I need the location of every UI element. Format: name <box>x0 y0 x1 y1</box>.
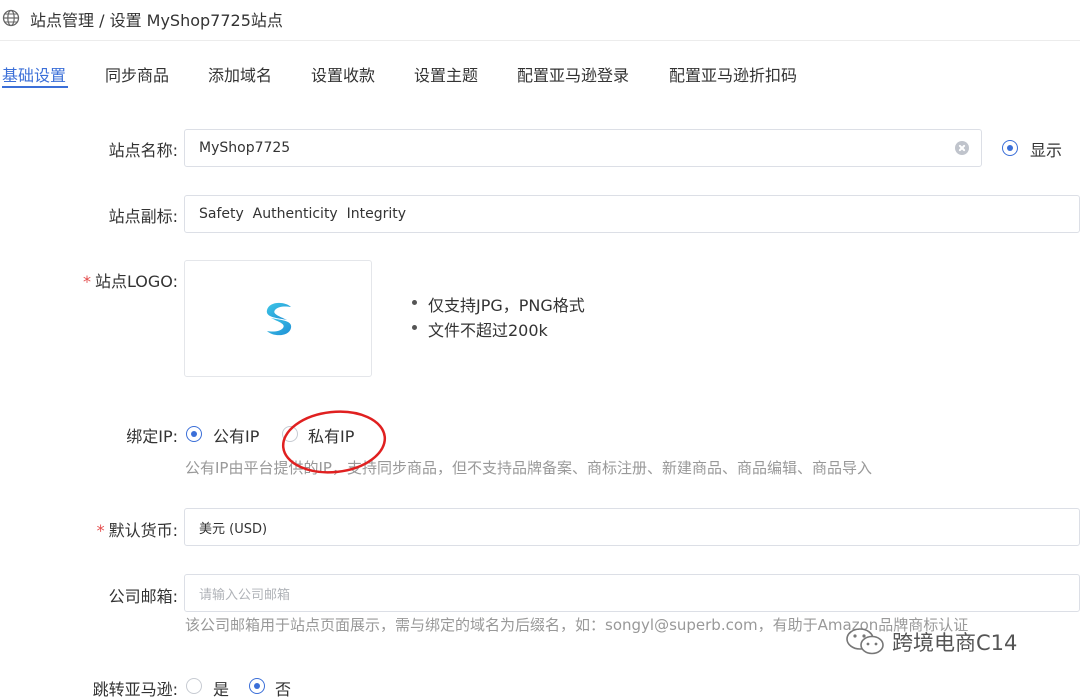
tab-amazon-login[interactable]: 配置亚马逊登录 <box>517 62 629 86</box>
company-email-placeholder: 请输入公司邮箱 <box>199 587 291 603</box>
site-name-input[interactable]: MyShop7725 <box>184 129 982 167</box>
display-radio-label: 显示 <box>1030 141 1063 160</box>
site-subtitle-input[interactable]: Safety Authenticity Integrity <box>184 195 1080 233</box>
currency-value: 美元 (USD) <box>199 521 268 537</box>
public-ip-radio[interactable] <box>186 426 202 442</box>
site-logo-label: * 站点LOGO: <box>0 268 178 292</box>
logo-tip-size: 文件不超过200k <box>410 317 585 342</box>
wechat-icon <box>846 628 884 655</box>
required-mark: * <box>82 272 91 291</box>
site-logo-label-text: 站点LOGO: <box>94 272 178 291</box>
currency-select[interactable]: 美元 (USD) <box>184 508 1080 546</box>
currency-label: * 默认货币: <box>0 517 178 541</box>
site-name-value: MyShop7725 <box>199 140 291 156</box>
redirect-no-radio[interactable] <box>249 678 265 694</box>
site-subtitle-value: Safety Authenticity Integrity <box>199 206 407 222</box>
redirect-amazon-label: 跳转亚马逊: <box>92 680 178 699</box>
breadcrumb: 站点管理 / 设置 MyShop7725站点 <box>30 11 283 30</box>
redirect-yes-radio[interactable] <box>186 678 202 694</box>
site-subtitle-label: 站点副标: <box>108 207 178 226</box>
tab-payment-settings[interactable]: 设置收款 <box>311 62 375 86</box>
display-radio[interactable] <box>1002 140 1018 156</box>
tab-amazon-discount-code[interactable]: 配置亚马逊折扣码 <box>669 62 797 86</box>
company-email-label: 公司邮箱: <box>108 587 178 606</box>
tab-sync-products[interactable]: 同步商品 <box>105 62 169 86</box>
redirect-yes-label: 是 <box>213 680 230 699</box>
logo-upload-box[interactable] <box>184 260 372 377</box>
tab-bar: 基础设置 同步商品 添加域名 设置收款 设置主题 配置亚马逊登录 配置亚马逊折扣… <box>0 44 1080 100</box>
tab-basic-settings[interactable]: 基础设置 <box>2 62 66 86</box>
tab-theme-settings[interactable]: 设置主题 <box>414 62 478 86</box>
bind-ip-label: 绑定IP: <box>126 427 178 446</box>
tab-add-domain[interactable]: 添加域名 <box>208 62 272 86</box>
page-header: 站点管理 / 设置 MyShop7725站点 <box>0 0 1080 41</box>
active-tab-indicator <box>2 86 68 88</box>
logo-tip-format: 仅支持JPG，PNG格式 <box>410 292 585 317</box>
watermark-text: 跨境电商C14 <box>892 631 1018 655</box>
currency-label-text: 默认货币: <box>108 521 178 540</box>
clear-icon[interactable] <box>955 141 969 155</box>
public-ip-label: 公有IP <box>213 427 260 446</box>
logo-requirements: 仅支持JPG，PNG格式 文件不超过200k <box>410 292 585 342</box>
globe-icon <box>2 9 20 27</box>
required-mark: * <box>96 521 105 540</box>
company-email-input[interactable]: 请输入公司邮箱 <box>184 574 1080 612</box>
site-name-label: 站点名称: <box>108 141 178 160</box>
site-logo-image <box>266 302 292 336</box>
redirect-no-label: 否 <box>275 680 292 699</box>
annotation-circle <box>281 410 387 474</box>
